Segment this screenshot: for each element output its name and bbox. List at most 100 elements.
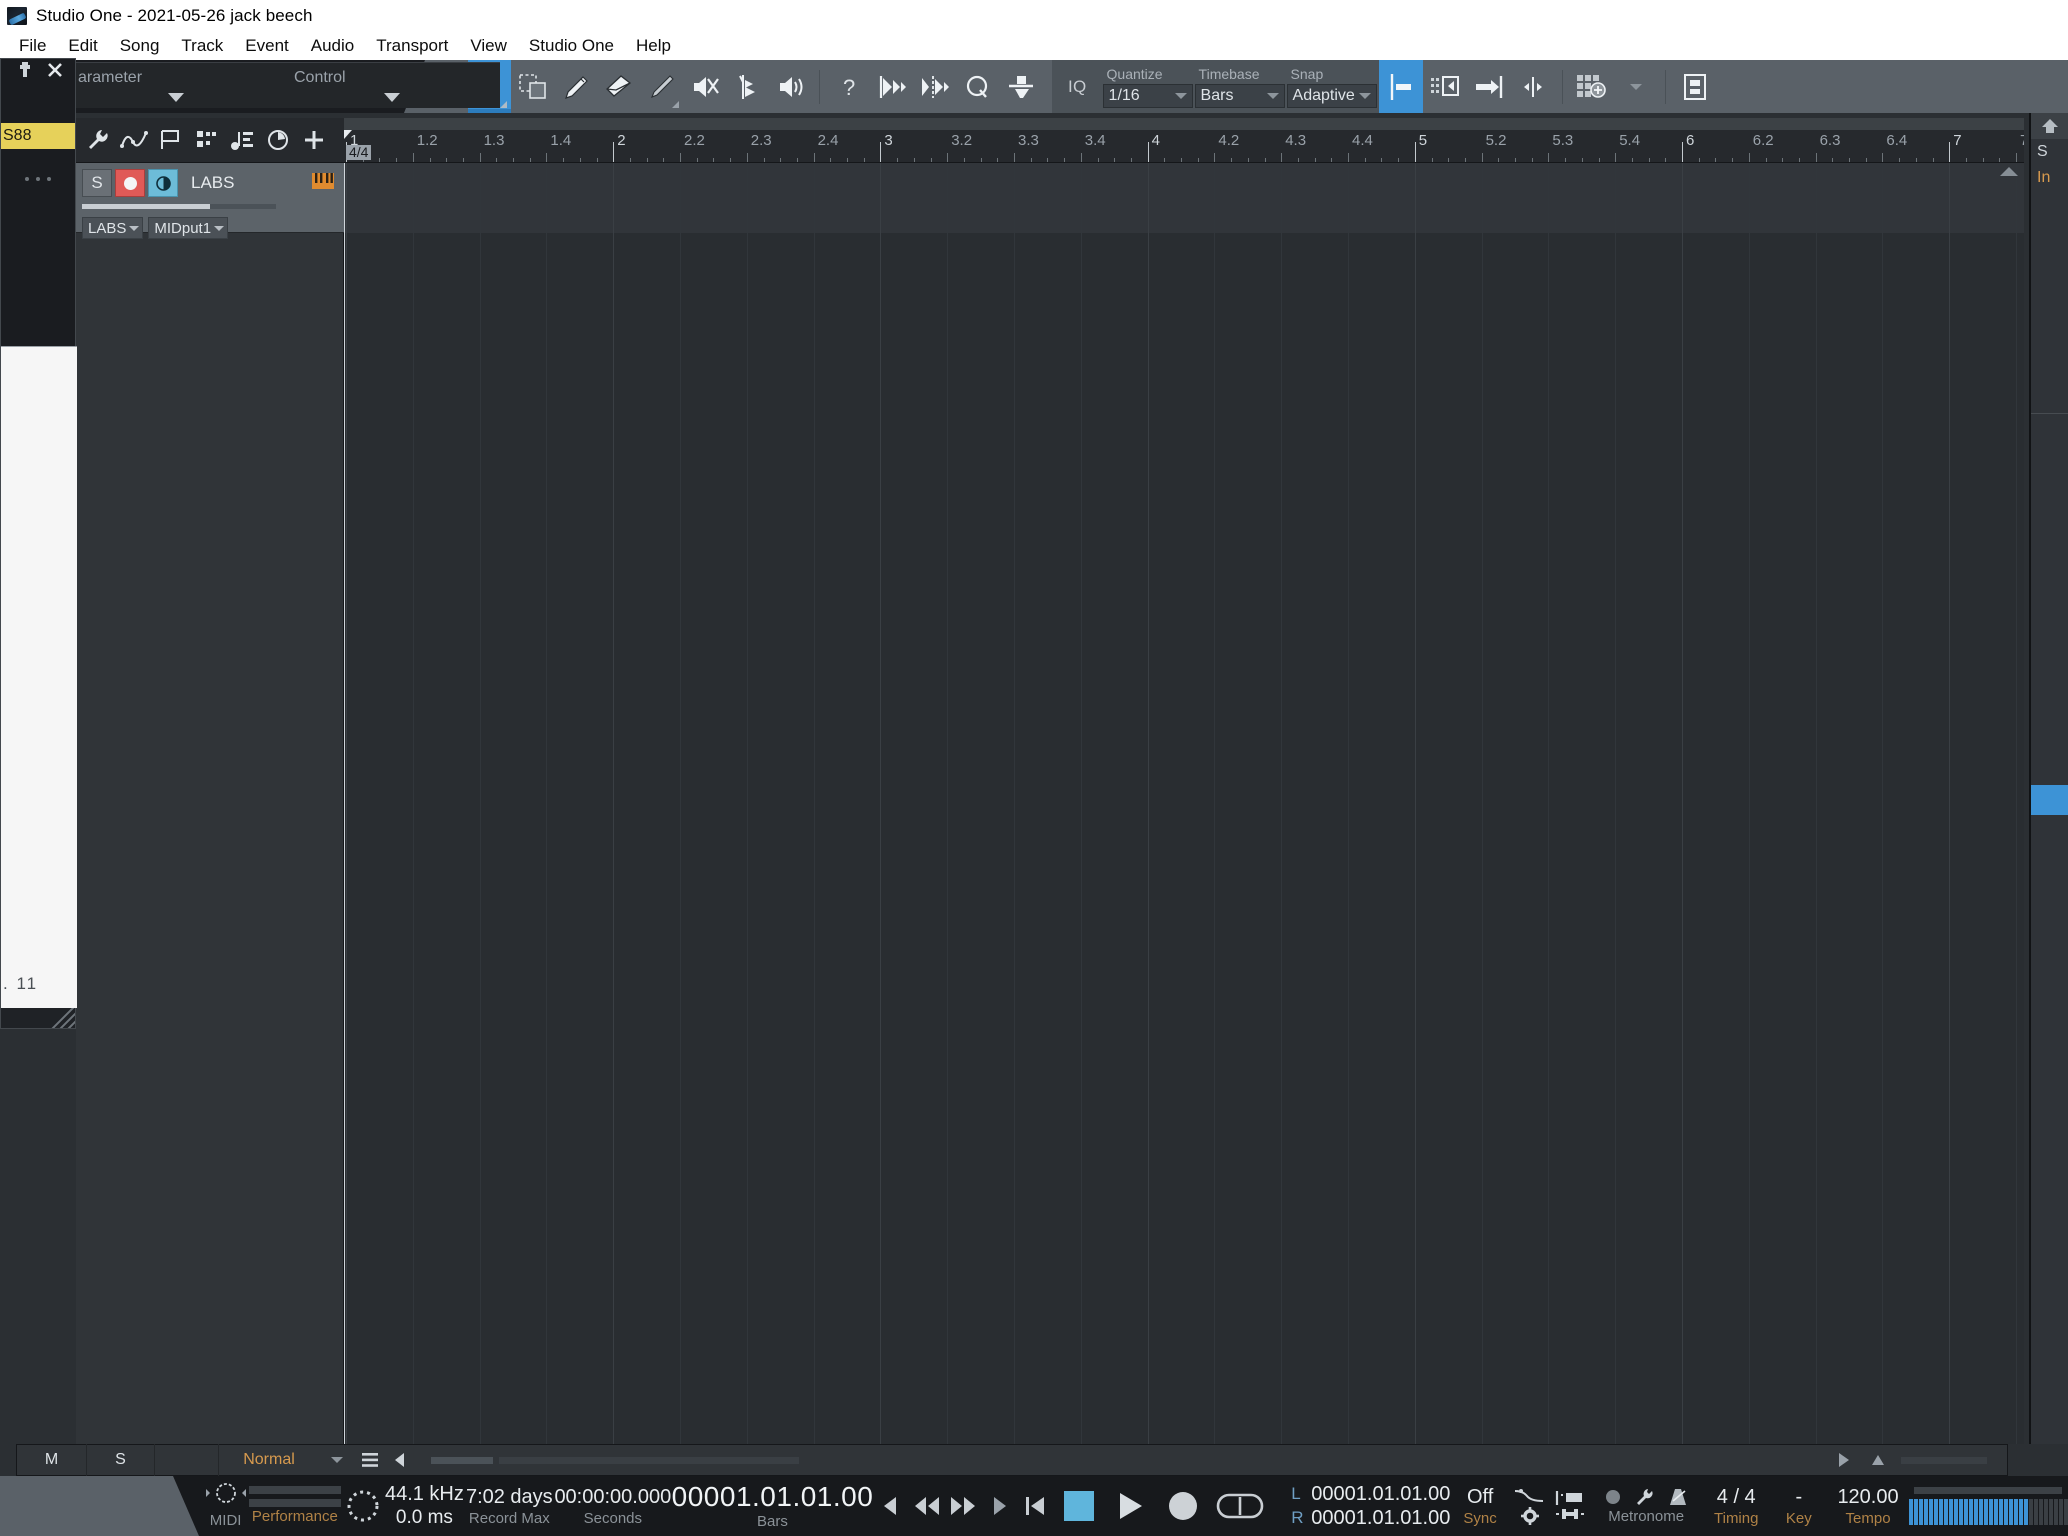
- fast-forward-button[interactable]: [945, 1486, 981, 1526]
- snap-end-toggle[interactable]: [1467, 60, 1511, 113]
- arrange-view[interactable]: [344, 163, 2024, 1444]
- stop-button[interactable]: [1053, 1486, 1105, 1526]
- tempo-display[interactable]: 120.00 Tempo: [1827, 1476, 1909, 1536]
- menu-studio-one[interactable]: Studio One: [518, 34, 625, 58]
- add-track-button[interactable]: [1570, 60, 1614, 113]
- footer-mode-value[interactable]: Normal: [219, 1444, 319, 1476]
- track-record-button[interactable]: [115, 169, 145, 197]
- menu-audio[interactable]: Audio: [300, 34, 365, 58]
- floating-panel-content[interactable]: . 11: [1, 346, 77, 1008]
- split-tool[interactable]: [726, 60, 769, 113]
- sync-display[interactable]: Off Sync: [1450, 1476, 1510, 1536]
- help-button[interactable]: ?: [827, 60, 870, 113]
- ruler-subtick-line: [1515, 158, 1516, 162]
- grid-view-icon[interactable]: [190, 120, 222, 160]
- draw-tool[interactable]: [640, 60, 683, 113]
- sidebar-instruments-tab[interactable]: In: [2031, 165, 2068, 191]
- eraser-tool[interactable]: [597, 60, 640, 113]
- timeline-ruler[interactable]: 1 1.2 1.3 1.4 2 2.2 2.3 2.4 3 3.2 3.3 3.4 4 4.2 4.3 4.4…: [344, 118, 2024, 163]
- menu-help[interactable]: Help: [625, 34, 682, 58]
- timing-display[interactable]: 4 / 4 Timing: [1702, 1476, 1771, 1536]
- menu-song[interactable]: Song: [109, 34, 171, 58]
- footer-mute-button[interactable]: M: [17, 1444, 87, 1476]
- musical-functions-button[interactable]: [999, 60, 1042, 113]
- mute-tool[interactable]: [683, 60, 726, 113]
- quantize-select[interactable]: 1/16: [1102, 83, 1193, 108]
- bounce-split-button[interactable]: [913, 60, 956, 113]
- browser-home-button[interactable]: [2031, 113, 2068, 139]
- control-column[interactable]: Control: [284, 63, 500, 108]
- track-monitor-button[interactable]: [148, 169, 178, 197]
- relative-grid-toggle[interactable]: [1511, 60, 1555, 113]
- sidebar-selected-indicator[interactable]: [2031, 785, 2068, 815]
- audio-device-status[interactable]: 44.1 kHz 0.0 ms: [384, 1476, 464, 1536]
- menu-event[interactable]: Event: [234, 34, 299, 58]
- add-track-plus-icon[interactable]: [298, 120, 330, 160]
- rewind-button[interactable]: [909, 1486, 945, 1526]
- video-player-button[interactable]: [1673, 60, 1717, 113]
- iq-label[interactable]: IQ: [1052, 77, 1103, 97]
- scroll-up-icon[interactable]: [2000, 167, 2018, 176]
- footer-mode-caret[interactable]: [319, 1444, 355, 1476]
- track-instrument-select[interactable]: LABS: [82, 217, 144, 239]
- track-menu-caret[interactable]: [1614, 60, 1658, 113]
- footer-play-small-button[interactable]: [1827, 1444, 1861, 1476]
- marker-flag-icon[interactable]: [154, 120, 186, 160]
- snap-to-grid-toggle[interactable]: [1378, 60, 1423, 113]
- menu-file[interactable]: File: [8, 34, 57, 58]
- floating-panel[interactable]: S88 . 11: [0, 58, 77, 1008]
- footer-list-button[interactable]: [355, 1444, 385, 1476]
- key-display[interactable]: - Key: [1770, 1476, 1827, 1536]
- loop-range-display[interactable]: L 00001.01.01.00 R 00001.01.01.00: [1291, 1476, 1450, 1536]
- loop-button[interactable]: [1209, 1486, 1271, 1526]
- performance-meter[interactable]: Performance: [248, 1476, 341, 1536]
- menu-view[interactable]: View: [459, 34, 518, 58]
- time-signature-marker[interactable]: 4/4: [346, 145, 372, 160]
- selected-track-lane[interactable]: [344, 163, 2024, 233]
- paint-tool[interactable]: [554, 60, 597, 113]
- next-marker-button[interactable]: [981, 1486, 1017, 1526]
- previous-marker-button[interactable]: [873, 1486, 909, 1526]
- track-solo-button[interactable]: S: [82, 169, 112, 197]
- footer-solo-button[interactable]: S: [87, 1444, 155, 1476]
- seconds-time-display[interactable]: 00:00:00.000 Seconds: [554, 1476, 672, 1536]
- footer-zoom-out-button[interactable]: [1861, 1444, 1895, 1476]
- quantize-button[interactable]: [956, 60, 999, 113]
- record-button[interactable]: [1157, 1486, 1209, 1526]
- snap-select[interactable]: Adaptive: [1286, 83, 1377, 108]
- return-to-start-button[interactable]: [1017, 1486, 1053, 1526]
- menu-track[interactable]: Track: [170, 34, 234, 58]
- bounce-selection-button[interactable]: [870, 60, 913, 113]
- range-select-tool[interactable]: [511, 60, 554, 113]
- floating-panel-selected-item[interactable]: S88: [1, 123, 75, 149]
- bars-time-display[interactable]: 00001.01.01.00 Bars: [672, 1476, 874, 1536]
- timing-clock-icon[interactable]: [262, 120, 294, 160]
- menu-edit[interactable]: Edit: [57, 34, 108, 58]
- note-display-icon[interactable]: [226, 120, 258, 160]
- track-row[interactable]: S LABS LABS MIDput1: [76, 163, 344, 239]
- vertical-zoom-slider[interactable]: [1901, 1456, 1987, 1464]
- horizontal-zoom-slider[interactable]: [431, 1456, 493, 1464]
- track-input-select[interactable]: MIDput1: [148, 217, 229, 239]
- timebase-select[interactable]: Bars: [1194, 83, 1285, 108]
- menu-transport[interactable]: Transport: [365, 34, 459, 58]
- play-button[interactable]: [1105, 1486, 1157, 1526]
- floating-panel-more-indicator[interactable]: [1, 149, 75, 209]
- track-volume-fader[interactable]: [82, 204, 276, 209]
- sidebar-song-tab[interactable]: S: [2031, 139, 2068, 165]
- footer-collapse-button[interactable]: [385, 1444, 415, 1476]
- track-name[interactable]: LABS: [191, 173, 309, 193]
- arranger-marker-button[interactable]: [1550, 1476, 1590, 1536]
- automation-icon[interactable]: [118, 120, 150, 160]
- parameter-column[interactable]: arameter: [68, 63, 284, 108]
- close-icon[interactable]: [47, 62, 63, 83]
- track-setup-wrench-icon[interactable]: [82, 120, 114, 160]
- listen-tool[interactable]: [769, 60, 812, 113]
- pin-icon[interactable]: [17, 61, 33, 83]
- metronome-controls[interactable]: Metronome: [1590, 1476, 1702, 1536]
- tempo-track-button[interactable]: [1510, 1476, 1550, 1536]
- output-level-meter[interactable]: [1908, 1476, 2068, 1536]
- horizontal-scrollbar[interactable]: [499, 1456, 799, 1464]
- midi-indicator[interactable]: MIDI: [203, 1476, 249, 1536]
- auto-scroll-toggle[interactable]: [1423, 60, 1467, 113]
